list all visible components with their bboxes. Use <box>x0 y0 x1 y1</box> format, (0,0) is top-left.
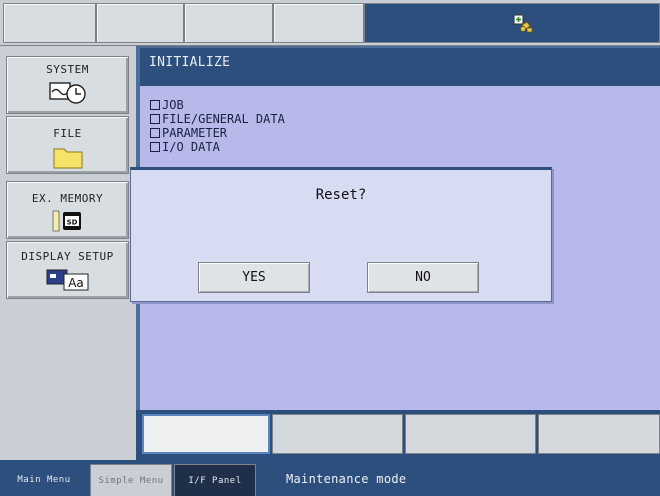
checkbox-icon <box>150 114 160 124</box>
toolbar-slot-3[interactable] <box>184 3 273 43</box>
toolbar-status-area[interactable] <box>364 3 660 43</box>
yes-button[interactable]: YES <box>198 262 310 293</box>
toolbar-slot-1[interactable] <box>3 3 96 43</box>
list-item-parameter[interactable]: PARAMETER <box>150 126 285 140</box>
folder-icon <box>7 145 128 169</box>
menu-file-button[interactable]: FILE <box>6 116 129 174</box>
system-clock-icon <box>7 81 128 105</box>
tab-main-menu[interactable]: Main Menu <box>0 464 88 496</box>
function-key-3[interactable] <box>405 414 536 454</box>
toolbar-slot-2[interactable] <box>96 3 184 43</box>
no-button[interactable]: NO <box>367 262 479 293</box>
menu-ex-memory-label: EX. MEMORY <box>31 192 104 205</box>
menu-display-setup-label: DISPLAY SETUP <box>21 250 114 263</box>
main-menu-panel: SYSTEM FILE EX. MEMORY SD DISPLAY SETUP … <box>0 46 136 460</box>
function-key-2[interactable] <box>272 414 403 454</box>
checkbox-icon <box>150 100 160 110</box>
init-item-list: JOB FILE/GENERAL DATA PARAMETER I/O DATA <box>150 98 285 154</box>
dialog-message: Reset? <box>315 187 367 203</box>
list-item-file-general-data[interactable]: FILE/GENERAL DATA <box>150 112 285 126</box>
robot-status-icon <box>513 14 533 33</box>
svg-text:SD: SD <box>66 219 77 227</box>
menu-display-setup-button[interactable]: DISPLAY SETUP Aa <box>6 241 129 299</box>
checkbox-icon <box>150 128 160 138</box>
status-bar: Main Menu Simple Menu I/F Panel Maintena… <box>0 460 660 496</box>
checkbox-icon <box>150 142 160 152</box>
function-key-4[interactable] <box>538 414 660 454</box>
init-list-clip: JOB FILE/GENERAL DATA PARAMETER I/O DATA <box>140 48 660 170</box>
list-item-job[interactable]: JOB <box>150 98 285 112</box>
mode-status-text: Maintenance mode <box>286 472 407 486</box>
function-key-bar <box>136 410 660 460</box>
tab-simple-menu[interactable]: Simple Menu <box>90 464 172 496</box>
menu-file-label: FILE <box>53 127 82 140</box>
reset-confirm-dialog: Reset? YES NO <box>130 167 552 302</box>
display-font-icon: Aa <box>7 268 128 292</box>
function-key-1[interactable] <box>142 414 270 454</box>
svg-text:Aa: Aa <box>68 276 84 290</box>
menu-ex-memory-button[interactable]: EX. MEMORY SD <box>6 181 129 239</box>
tab-if-panel[interactable]: I/F Panel <box>174 464 256 496</box>
sd-card-icon: SD <box>7 210 128 232</box>
menu-system-label: SYSTEM <box>46 63 89 76</box>
top-toolbar <box>0 0 660 46</box>
menu-system-button[interactable]: SYSTEM <box>6 56 129 114</box>
list-item-io-data[interactable]: I/O DATA <box>150 140 285 154</box>
toolbar-slot-4[interactable] <box>273 3 364 43</box>
